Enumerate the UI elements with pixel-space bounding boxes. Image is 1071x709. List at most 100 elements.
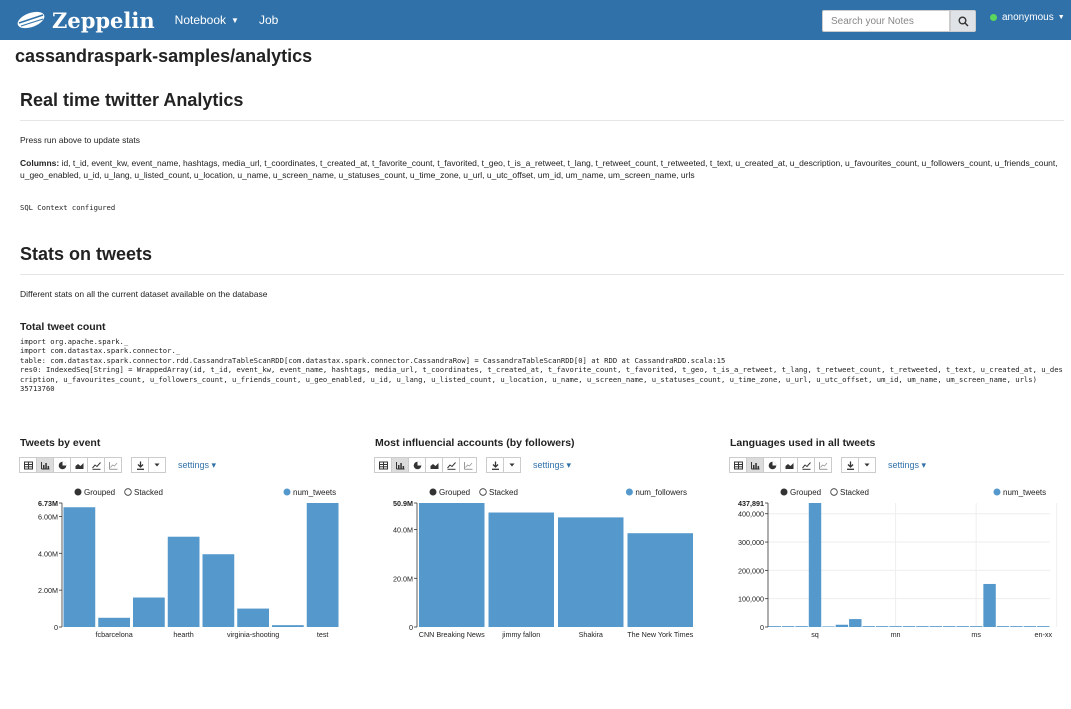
download-button[interactable] <box>841 457 859 473</box>
grouped-radio[interactable] <box>780 488 788 496</box>
table-view-button[interactable] <box>729 457 747 473</box>
table-view-button[interactable] <box>19 457 37 473</box>
bar[interactable] <box>808 503 822 627</box>
series-legend-marker[interactable] <box>283 488 291 496</box>
x-tick-label: virginia-shooting <box>227 630 279 639</box>
bar[interactable] <box>902 626 916 627</box>
area-chart-button[interactable] <box>425 457 443 473</box>
bar-chart-button[interactable] <box>36 457 54 473</box>
y-tick-label: 6.73M <box>38 499 58 508</box>
stacked-radio[interactable] <box>479 488 487 496</box>
bar[interactable] <box>983 583 996 627</box>
download-button[interactable] <box>131 457 149 473</box>
pie-chart-button[interactable] <box>408 457 426 473</box>
bar[interactable] <box>862 626 875 627</box>
bar[interactable] <box>1010 626 1023 627</box>
settings-dropdown[interactable]: settings ▾ <box>533 460 571 471</box>
stacked-radio[interactable] <box>124 488 132 496</box>
bar[interactable] <box>849 619 862 627</box>
bar[interactable] <box>835 624 849 627</box>
bar-chart-button[interactable] <box>746 457 764 473</box>
bar-chart: Grouped Stacked num_tweets 0 100,000 200,000 3… <box>738 488 1058 639</box>
search-button[interactable] <box>950 10 976 32</box>
paragraph-twitter-analytics: Real time twitter Analytics Press run ab… <box>20 90 1064 212</box>
area-chart-button[interactable] <box>780 457 798 473</box>
bar[interactable] <box>1023 626 1037 627</box>
bar[interactable] <box>916 626 929 627</box>
user-menu[interactable]: anonymous ▼ <box>990 12 1065 23</box>
grouped-label: Grouped <box>84 488 115 497</box>
job-link[interactable]: Job <box>259 13 278 27</box>
y-tick-label: 50.9M <box>393 499 413 508</box>
bar[interactable] <box>98 617 130 627</box>
bar[interactable] <box>558 517 624 627</box>
legend: Grouped Stacked num_tweets <box>780 488 1046 497</box>
grouped-radio[interactable] <box>429 488 437 496</box>
bar[interactable] <box>627 533 694 627</box>
download-dropdown-button[interactable] <box>503 457 521 473</box>
notebook-menu[interactable]: Notebook ▼ <box>175 13 239 27</box>
section-title: Real time twitter Analytics <box>20 90 1064 121</box>
bar[interactable] <box>875 626 889 627</box>
scatter-chart-button[interactable] <box>459 457 477 473</box>
bar[interactable] <box>202 554 235 627</box>
download-dropdown-button[interactable] <box>148 457 166 473</box>
scatter-chart-button[interactable] <box>104 457 122 473</box>
bar[interactable] <box>167 536 200 627</box>
table-view-button[interactable] <box>374 457 392 473</box>
bar[interactable] <box>63 507 96 627</box>
stacked-radio[interactable] <box>830 488 838 496</box>
bar[interactable] <box>419 503 485 627</box>
bar[interactable] <box>306 503 339 627</box>
table-view-icon <box>378 461 388 469</box>
legend: Grouped Stacked num_tweets <box>74 488 336 497</box>
settings-dropdown[interactable]: settings ▾ <box>888 460 926 471</box>
bar[interactable] <box>781 626 795 627</box>
bar[interactable] <box>943 626 956 627</box>
grouped-radio[interactable] <box>74 488 82 496</box>
series-legend-marker[interactable] <box>625 488 633 496</box>
legend: Grouped Stacked num_followers <box>429 488 687 497</box>
bar[interactable] <box>237 608 269 627</box>
bar[interactable] <box>889 626 902 627</box>
area-chart-button[interactable] <box>70 457 88 473</box>
chart-panel-languages: Languages used in all tweets settings ▾ Gr… <box>729 437 1070 657</box>
settings-dropdown[interactable]: settings ▾ <box>178 460 216 471</box>
bar[interactable] <box>488 512 555 627</box>
line-chart-icon <box>446 461 456 470</box>
zeppelin-icon <box>17 11 45 29</box>
pie-chart-icon <box>58 461 66 469</box>
bar[interactable] <box>133 597 165 627</box>
bar[interactable] <box>996 626 1010 627</box>
download-icon <box>846 461 854 470</box>
pie-chart-button[interactable] <box>53 457 71 473</box>
series-legend-marker[interactable] <box>993 488 1001 496</box>
line-chart-button[interactable] <box>87 457 105 473</box>
bar[interactable] <box>795 626 808 627</box>
bar[interactable] <box>822 626 835 627</box>
line-chart-button[interactable] <box>797 457 815 473</box>
bar[interactable] <box>1037 626 1050 627</box>
bar[interactable] <box>272 625 304 627</box>
notebook-title[interactable]: cassandraspark-samples/analytics <box>15 46 312 67</box>
pie-chart-button[interactable] <box>763 457 781 473</box>
columns-list: id, t_id, event_kw, event_name, hashtags… <box>20 158 1058 180</box>
bar-chart-button[interactable] <box>391 457 409 473</box>
chart-panel-influential-accounts: Most influencial accounts (by followers)… <box>374 437 715 657</box>
scatter-chart-button[interactable] <box>814 457 832 473</box>
download-icon <box>136 461 144 470</box>
scatter-chart-icon <box>818 461 827 470</box>
bar[interactable] <box>768 626 781 627</box>
download-button[interactable] <box>486 457 504 473</box>
line-chart-button[interactable] <box>442 457 460 473</box>
bar[interactable] <box>929 626 943 627</box>
download-dropdown-button[interactable] <box>858 457 876 473</box>
bar[interactable] <box>956 626 969 627</box>
y-tick-label: 0 <box>760 623 764 632</box>
table-view-icon <box>23 461 33 469</box>
bar[interactable] <box>969 626 983 627</box>
y-tick-label: 6.00M <box>38 512 58 521</box>
zeppelin-logo[interactable]: Zeppelin <box>16 8 155 33</box>
x-tick-label: jimmy fallon <box>501 630 540 639</box>
search-input[interactable]: Search your Notes <box>822 10 950 32</box>
